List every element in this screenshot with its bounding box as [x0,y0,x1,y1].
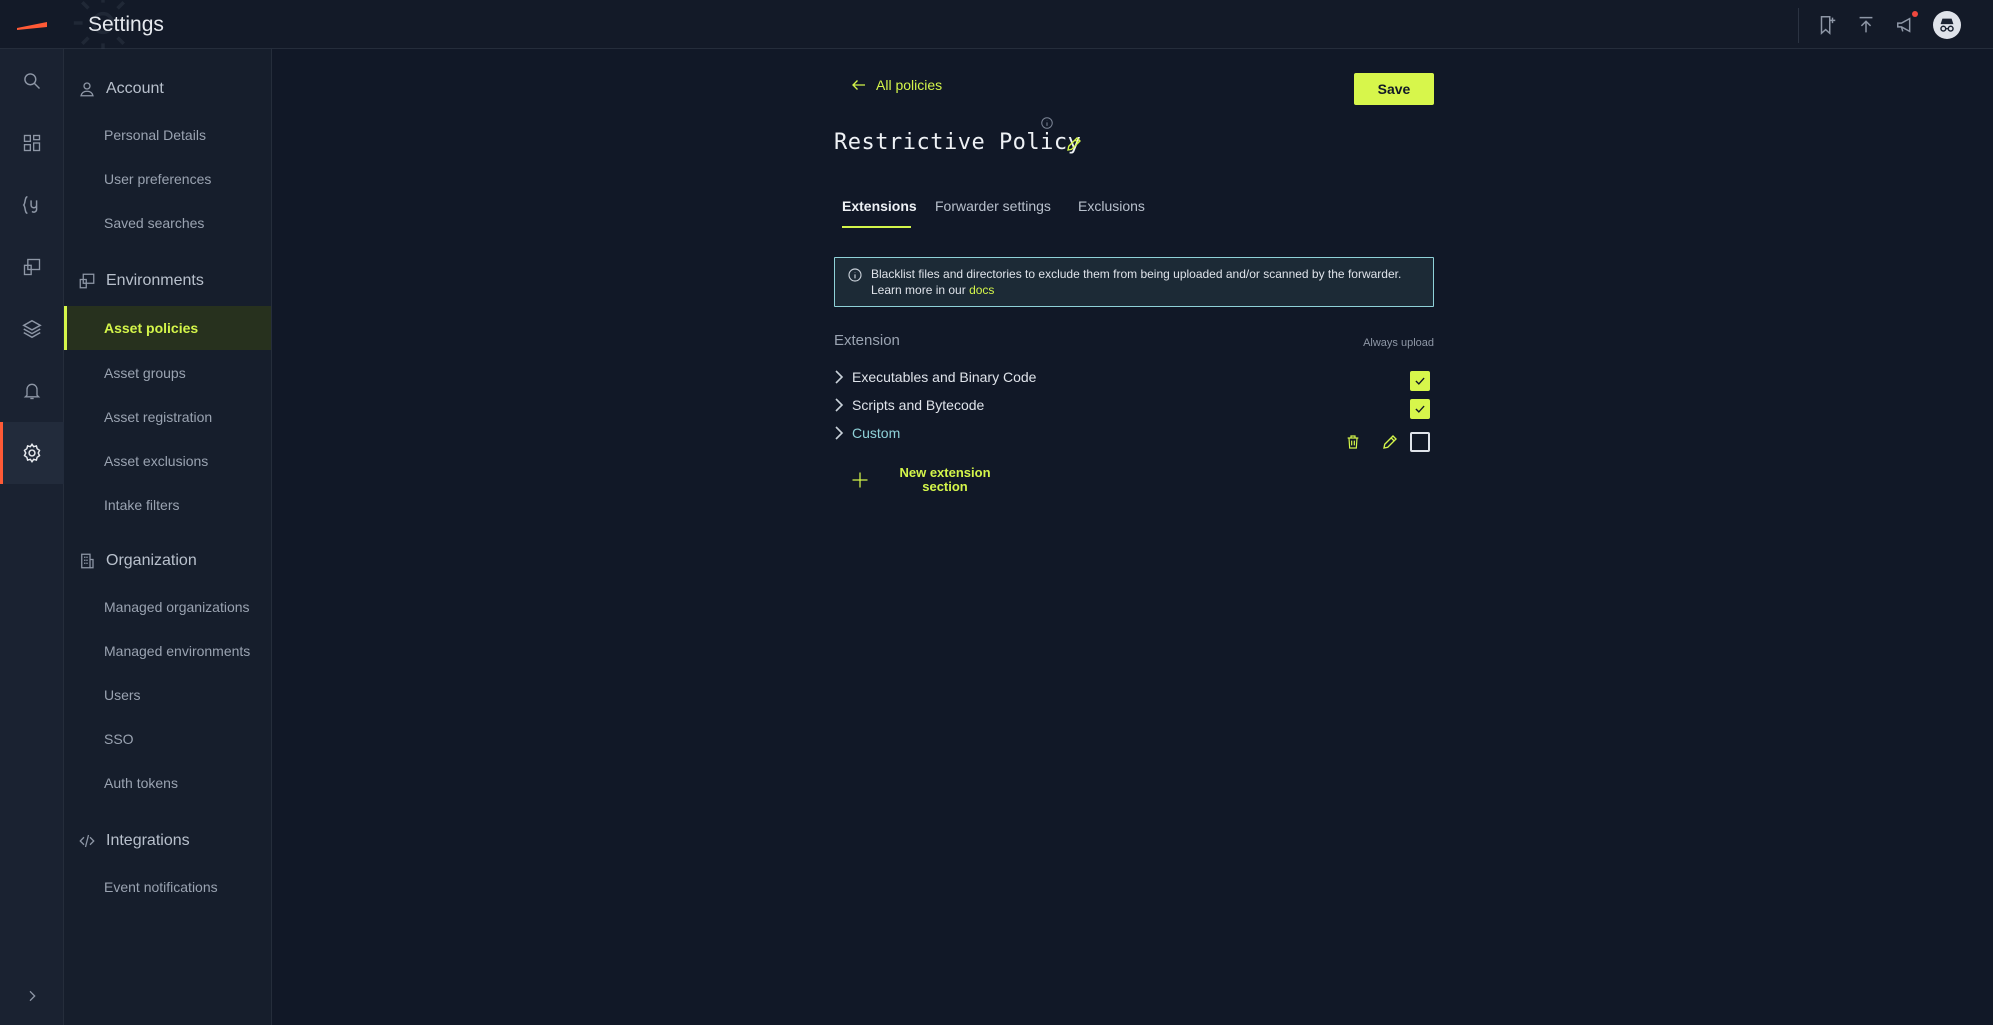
chevron-right-icon [834,397,844,413]
environment-icon [78,272,96,290]
section-environments: Environments [64,266,271,296]
gear-icon[interactable] [0,422,64,484]
new-extension-section-button[interactable]: New extension section [850,466,1000,494]
user-icon [78,80,96,98]
page-title: Settings [88,13,164,36]
info-banner: Blacklist files and directories to exclu… [834,257,1434,307]
sidebar-item-asset-exclusions[interactable]: Asset exclusions [64,439,271,483]
sidebar-item-sso[interactable]: SSO [64,717,271,761]
upload-icon[interactable] [1855,14,1877,36]
announcement-icon[interactable] [1895,11,1918,36]
always-upload-checkbox-custom[interactable] [1410,432,1430,452]
icon-rail [0,49,64,1025]
banner-line-2: Learn more in our docs [871,282,1431,298]
chevron-right-icon [834,369,844,385]
bookmark-add-icon[interactable] [1816,14,1838,36]
section-title: Environments [106,272,204,289]
section-account: Account [64,74,271,104]
back-link-label: All policies [876,77,943,93]
tab-extensions[interactable]: Extensions [842,198,917,228]
bell-icon[interactable] [0,360,64,422]
user-avatar[interactable] [1933,11,1961,39]
section-integrations: Integrations [64,826,271,856]
settings-sidebar: Account Personal Details User preference… [64,49,272,1025]
extension-row-scripts[interactable]: Scripts and Bytecode [834,397,984,413]
docs-link[interactable]: docs [969,283,994,297]
sidebar-item-asset-groups[interactable]: Asset groups [64,351,271,395]
arrow-left-icon [850,76,868,94]
extension-column-header: Extension [834,332,900,349]
building-icon [78,552,96,570]
active-tab-indicator [842,226,911,228]
sidebar-item-users[interactable]: Users [64,673,271,717]
section-title: Organization [106,552,197,569]
layers-icon[interactable] [0,298,64,360]
back-to-all-policies-link[interactable]: All policies [850,76,942,94]
banner-line-1: Blacklist files and directories to exclu… [871,267,1402,281]
sidebar-item-auth-tokens[interactable]: Auth tokens [64,761,271,805]
section-organization: Organization [64,546,271,576]
dashboard-icon[interactable] [0,112,64,174]
banner-text: Blacklist files and directories to exclu… [871,266,1431,298]
policy-title: Restrictive Policy [834,130,1082,155]
section-title: Account [106,80,164,97]
sidebar-item-event-notifications[interactable]: Event notifications [64,865,271,909]
sidebar-item-managed-organizations[interactable]: Managed organizations [64,585,271,629]
sidebar-item-saved-searches[interactable]: Saved searches [64,201,271,245]
new-extension-section-label: New extension section [899,465,991,494]
info-icon[interactable] [1040,116,1054,130]
chevron-right-icon [834,425,844,441]
sidebar-item-managed-environments[interactable]: Managed environments [64,629,271,673]
always-upload-checkbox-scripts[interactable] [1410,399,1430,419]
sidebar-item-intake-filters[interactable]: Intake filters [64,483,271,527]
assets-icon[interactable] [0,236,64,298]
search-icon[interactable] [0,50,64,112]
extension-label: Executables and Binary Code [852,369,1037,385]
always-upload-column-header: Always upload [1363,337,1434,349]
section-title: Integrations [106,832,190,849]
tab-forwarder-settings[interactable]: Forwarder settings [935,198,1051,228]
code-icon [78,832,96,850]
sidebar-item-user-preferences[interactable]: User preferences [64,157,271,201]
app-logo[interactable] [15,20,49,30]
sidebar-item-asset-registration[interactable]: Asset registration [64,395,271,439]
extension-label: Scripts and Bytecode [852,397,985,413]
delete-icon[interactable] [1345,433,1361,451]
edit-title-icon[interactable] [1065,135,1083,153]
extension-row-executables[interactable]: Executables and Binary Code [834,369,1036,385]
tab-exclusions[interactable]: Exclusions [1078,198,1145,228]
save-button[interactable]: Save [1354,73,1434,105]
sidebar-item-personal-details[interactable]: Personal Details [64,113,271,157]
extension-row-custom[interactable]: Custom [834,425,900,441]
notification-dot [1912,11,1918,17]
chevron-right-icon[interactable] [0,966,64,1025]
top-bar: Settings [0,0,1993,53]
query-icon[interactable] [0,174,64,236]
plus-icon [850,470,870,490]
top-bar-divider [1798,8,1799,43]
sidebar-item-asset-policies[interactable]: Asset policies [64,306,271,350]
banner-learn-more: Learn more in our [871,283,966,297]
edit-icon[interactable] [1381,433,1399,451]
always-upload-checkbox-executables[interactable] [1410,371,1430,391]
extension-label: Custom [852,425,901,441]
info-icon [847,267,863,283]
